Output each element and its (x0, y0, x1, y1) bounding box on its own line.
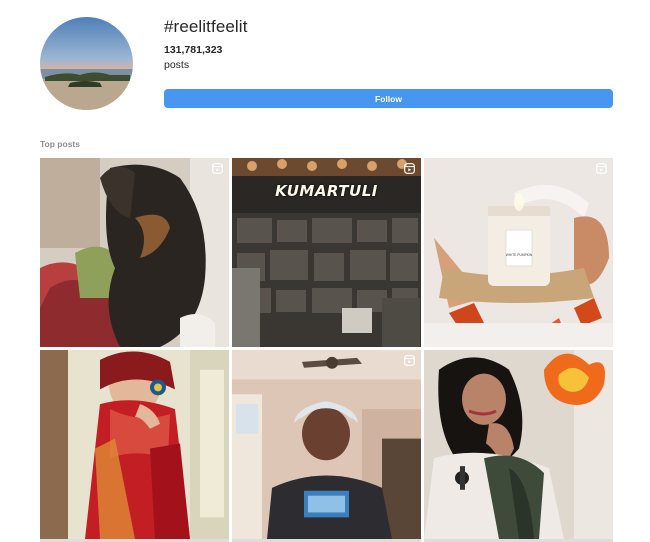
post-image: WHITE PUMPKIN (424, 158, 613, 347)
top-posts-heading: Top posts (40, 139, 80, 149)
post-tile-dog[interactable] (40, 158, 229, 347)
candle-label: WHITE PUMPKIN (506, 253, 533, 257)
post-count-label: posts (164, 59, 190, 71)
post-tile-woman-thinking[interactable] (424, 350, 613, 542)
post-tile-woman-smiling[interactable] (232, 350, 421, 542)
reel-icon (404, 163, 415, 174)
hashtag-avatar (40, 17, 133, 110)
post-count: 131,781,323 (164, 44, 223, 56)
top-posts-grid: KUMARTULI WHITE PUMPKIN (40, 158, 613, 542)
follow-button[interactable]: Follow (164, 89, 613, 108)
post-image (40, 350, 229, 539)
post-tile-radios[interactable]: KUMARTULI (232, 158, 421, 347)
post-image (232, 350, 421, 539)
reel-icon (212, 163, 223, 174)
reel-icon (596, 163, 607, 174)
post-image (40, 158, 229, 347)
post-tile-child[interactable] (40, 350, 229, 542)
post-image (424, 350, 613, 539)
reel-icon (404, 355, 415, 366)
post-overlay-text: KUMARTULI (275, 182, 378, 200)
post-tile-candle[interactable]: WHITE PUMPKIN (424, 158, 613, 347)
hashtag-title: #reelitfeelit (164, 17, 248, 36)
